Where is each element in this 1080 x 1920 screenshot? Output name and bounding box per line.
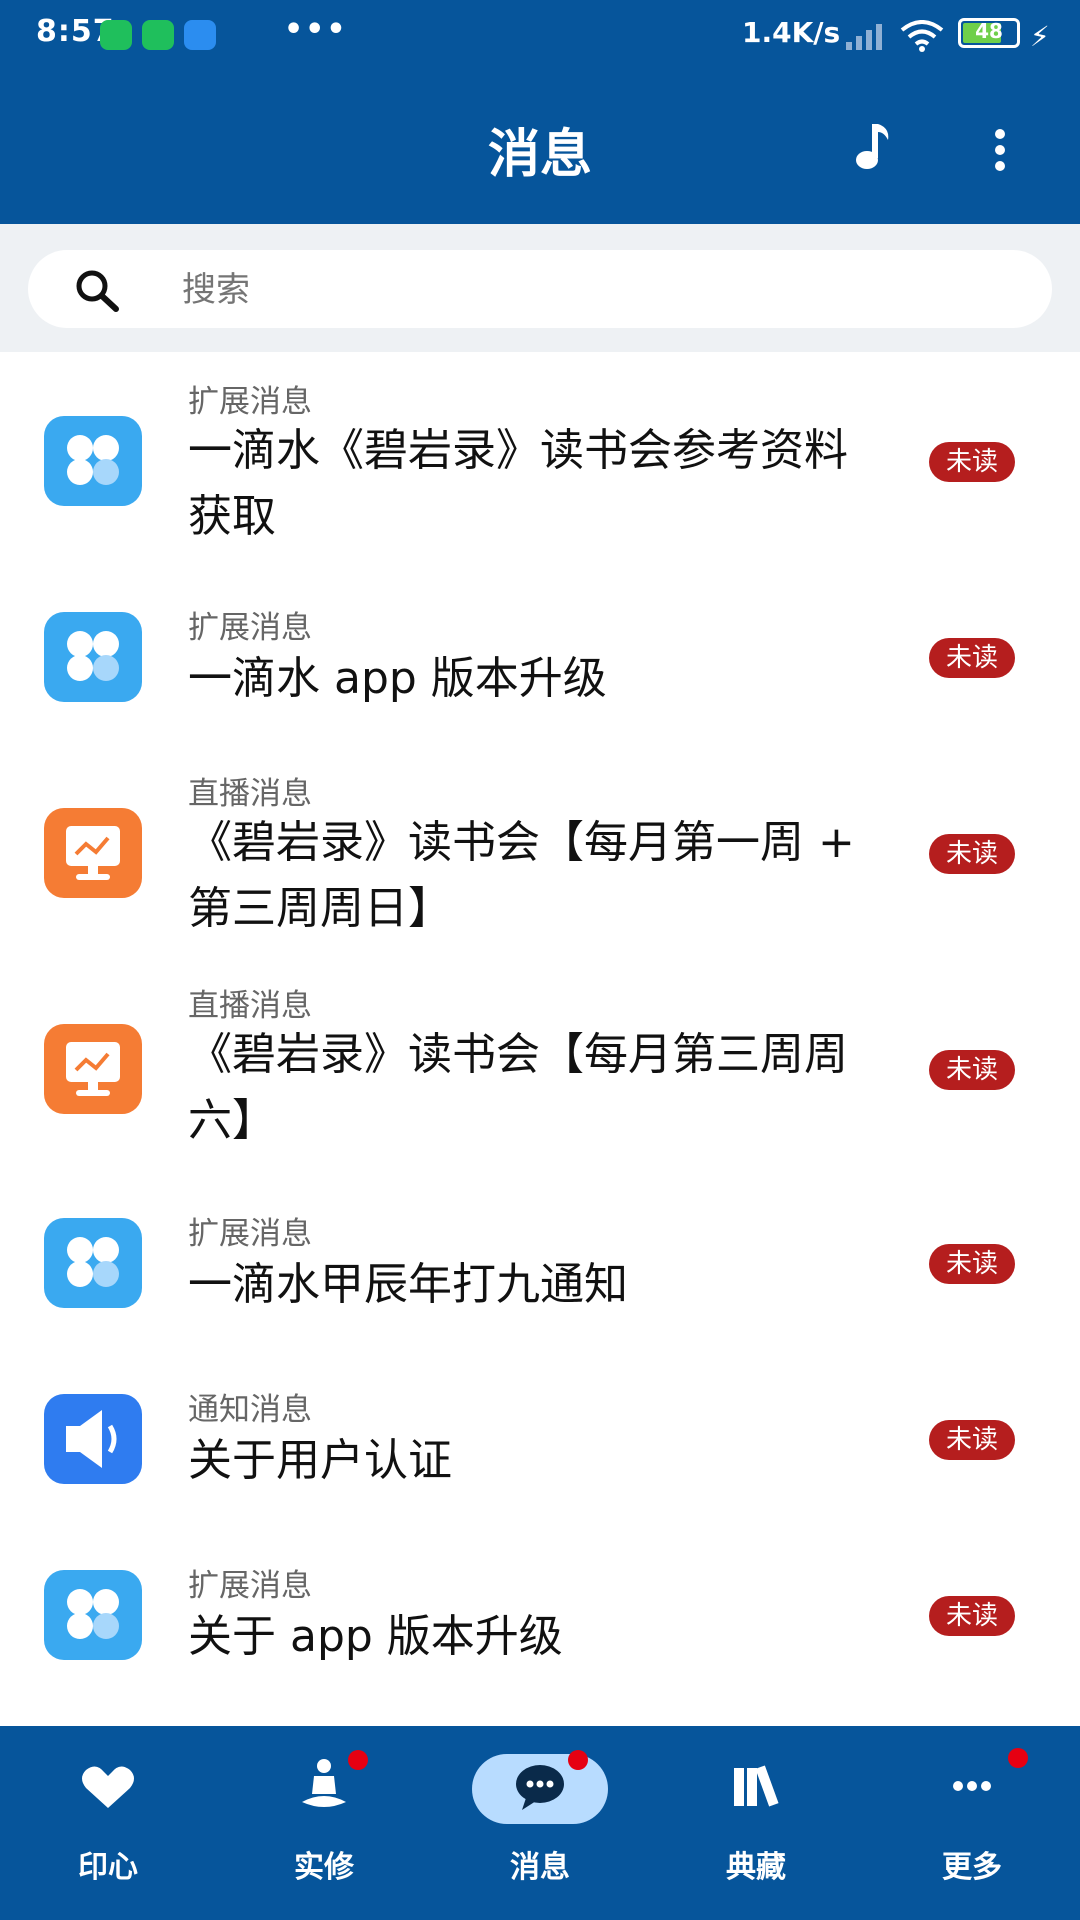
app-header: 消息 [0,70,1080,224]
wechat-icon [142,20,174,50]
search-box[interactable] [28,250,1052,330]
nav-label: 印心 [78,1850,138,1885]
message-category: 扩展消息 [188,384,312,420]
unread-badge: 未读 [929,834,1015,874]
message-item[interactable]: 扩展消息 一滴水《碧岩录》读书会参考资料获取 未读 [0,352,1080,548]
unread-badge: 未读 [929,1420,1015,1460]
message-title: 《碧岩录》读书会【每月第一周 + 第三周周日】 [188,817,855,934]
unread-badge: 未读 [929,442,1015,482]
message-item[interactable]: 扩展消息 关于 app 版本升级 未读 [0,1542,1080,1722]
message-item[interactable]: 扩展消息 一滴水甲辰年打九通知 未读 [0,1176,1080,1366]
search-input[interactable] [180,250,984,330]
bottom-navigation: 印心 实修 消息 典藏 更多 [0,1726,1080,1920]
message-item[interactable]: 直播消息 《碧岩录》读书会【每月第三周周六】 未读 [0,960,1080,1176]
message-category: 直播消息 [188,776,312,812]
message-title: 关于用户认证 [188,1435,452,1486]
nav-label: 消息 [510,1850,570,1885]
nav-item-yinxin[interactable]: 印心 [0,1726,216,1920]
battery-level: 48 [975,19,1003,43]
search-bar-container [0,224,1080,352]
speaker-icon [44,1394,142,1484]
message-title: 一滴水甲辰年打九通知 [188,1259,628,1310]
unread-badge: 未读 [929,638,1015,678]
message-title: 一滴水 app 版本升级 [188,653,607,704]
battery-icon: 48 [958,18,1020,48]
nav-item-diancang[interactable]: 典藏 [648,1726,864,1920]
clover-icon [44,1570,142,1660]
message-category: 扩展消息 [188,1568,312,1604]
network-speed: 1.4K/s [742,16,841,49]
notification-dot [568,1750,588,1770]
message-title: 一滴水《碧岩录》读书会参考资料获取 [188,425,848,542]
signal-icon [846,24,882,50]
search-icon [76,270,119,312]
wifi-icon [900,20,944,52]
unread-badge: 未读 [929,1244,1015,1284]
message-category: 扩展消息 [188,610,312,646]
notification-dot [348,1750,368,1770]
heart-icon [82,1766,134,1808]
page-title: 消息 [487,125,592,185]
clover-icon [44,612,142,702]
chat-app-icon [184,20,216,50]
nav-item-more[interactable]: 更多 [864,1726,1080,1920]
message-item[interactable]: 通知消息 关于用户认证 未读 [0,1366,1080,1542]
status-bar: 8:57 ••• 1.4K/s 48 ⚡ [0,0,1080,70]
more-horizontal-icon [953,1781,991,1791]
message-category: 通知消息 [188,1392,312,1428]
clover-icon [44,1218,142,1308]
message-title: 关于 app 版本升级 [188,1611,563,1662]
unread-badge: 未读 [929,1596,1015,1636]
nav-label: 更多 [942,1850,1002,1885]
message-item[interactable]: 直播消息 《碧岩录》读书会【每月第一周 + 第三周周日】 未读 [0,744,1080,960]
more-notifications-icon: ••• [284,12,348,47]
clover-icon [44,416,142,506]
live-monitor-icon [44,1024,142,1114]
books-icon [734,1765,779,1807]
nav-label: 实修 [294,1850,354,1885]
notification-dot [1008,1748,1028,1768]
message-item[interactable]: 扩展消息 一滴水 app 版本升级 未读 [0,548,1080,744]
nav-item-shixiu[interactable]: 实修 [216,1726,432,1920]
message-category: 直播消息 [188,988,312,1024]
message-title: 《碧岩录》读书会【每月第三周周六】 [188,1029,848,1146]
more-vertical-icon[interactable] [985,122,1015,178]
nav-item-messages[interactable]: 消息 [432,1726,648,1920]
music-note-icon[interactable] [848,118,896,174]
nav-label: 典藏 [726,1850,786,1885]
message-category: 扩展消息 [188,1216,312,1252]
unread-badge: 未读 [929,1050,1015,1090]
shield-app-icon [100,20,132,50]
live-monitor-icon [44,808,142,898]
charging-icon: ⚡ [1030,20,1050,53]
